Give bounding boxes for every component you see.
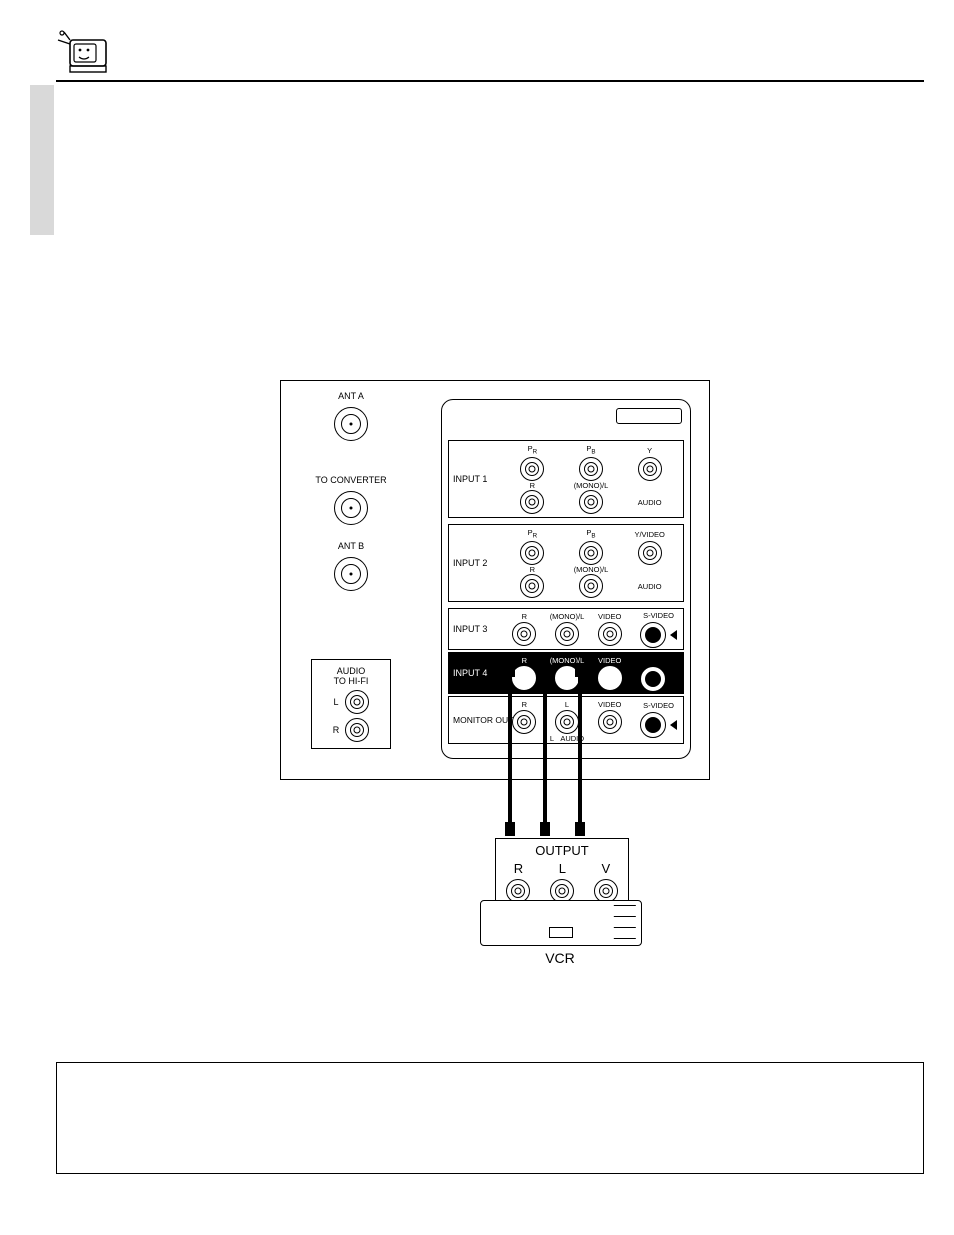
antenna-column: ANT A TO CONVERTER ANT B (311, 391, 391, 607)
input1-jacks: PR PB Y R (MONO)/L AUDIO (503, 445, 679, 513)
rca-jack-icon (598, 666, 622, 690)
monitor-out-jacks: R L VIDEO L AUDIO (503, 701, 631, 739)
rca-jack-icon (555, 622, 579, 646)
coax-jack-icon (334, 557, 368, 591)
rca-jack-icon (579, 541, 603, 565)
plug-icon (575, 822, 585, 836)
rca-jack-icon (520, 541, 544, 565)
input4-svideo: S-VIDEO (640, 655, 677, 692)
input-panel: INPUT 1 PR PB Y R (MONO)/L AUDIO INPU (441, 399, 691, 759)
hifi-tohifi-label: TO HI-FI (316, 676, 386, 686)
input4-row: INPUT 4 R (MONO)/L VIDEO S-VIDEO (448, 652, 684, 694)
input3-row: INPUT 3 R (MONO)/L VIDEO S-VIDEO (448, 608, 684, 650)
rca-jack-icon (345, 718, 369, 742)
hifi-audio-label: AUDIO (316, 666, 386, 676)
input1-row: INPUT 1 PR PB Y R (MONO)/L AUDIO (448, 440, 684, 518)
rca-jack-icon (512, 666, 536, 690)
hifi-r-label: R (333, 725, 340, 735)
to-converter-label: TO CONVERTER (311, 475, 391, 485)
input2-label: INPUT 2 (453, 558, 487, 568)
input3-jacks: R (MONO)/L VIDEO (503, 613, 631, 645)
rca-jack-icon (512, 710, 536, 734)
coax-jack-icon (334, 491, 368, 525)
arrow-left-icon (670, 720, 677, 730)
vcr-l-label: L (559, 861, 566, 876)
coax-jack-icon (334, 407, 368, 441)
input2-jacks: PR PB Y/VIDEO R (MONO)/L AUDIO (503, 529, 679, 597)
side-tab (30, 85, 54, 235)
svideo-jack-icon (640, 666, 666, 692)
vcr-icon (480, 900, 642, 946)
plug-icon (575, 663, 585, 677)
rca-jack-icon (520, 457, 544, 481)
vcr-caption: VCR (480, 950, 640, 966)
hifi-l-label: L (333, 697, 338, 707)
input3-label: INPUT 3 (453, 624, 487, 634)
mascot-icon (56, 30, 110, 81)
rca-jack-icon (512, 622, 536, 646)
rca-jack-icon (579, 490, 603, 514)
rca-jack-icon (579, 574, 603, 598)
plug-icon (505, 822, 515, 836)
vcr-v-label: V (602, 861, 611, 876)
ant-a-label: ANT A (311, 391, 391, 401)
rca-jack-icon (520, 490, 544, 514)
header-rule (56, 80, 924, 82)
input2-row: INPUT 2 PR PB Y/VIDEO R (MONO)/L AUDIO (448, 524, 684, 602)
monitor-out-svideo: S-VIDEO (640, 701, 677, 738)
arrow-left-icon (670, 630, 677, 640)
rca-jack-icon (579, 457, 603, 481)
rca-jack-icon (555, 710, 579, 734)
vcr-output-label: OUTPUT (496, 843, 628, 858)
input4-label: INPUT 4 (453, 668, 487, 678)
vcr-r-label: R (514, 861, 523, 876)
input4-jacks: R (MONO)/L VIDEO (503, 657, 631, 689)
vent-grille-icon (616, 408, 682, 424)
vcr-slot-icon (549, 927, 573, 938)
ant-b-label: ANT B (311, 541, 391, 551)
page: ANT A TO CONVERTER ANT B AUDIO TO HI-FI … (0, 0, 954, 1235)
svideo-jack-icon (640, 712, 666, 738)
plug-icon (540, 822, 550, 836)
rca-jack-icon (598, 710, 622, 734)
rca-jack-icon (638, 457, 662, 481)
rear-panel-diagram: ANT A TO CONVERTER ANT B AUDIO TO HI-FI … (280, 380, 710, 780)
audio-to-hifi-box: AUDIO TO HI-FI L R (311, 659, 391, 749)
vcr-vent-icon (613, 905, 635, 939)
plug-icon (540, 663, 550, 677)
svideo-jack-icon (640, 622, 666, 648)
input3-svideo: S-VIDEO (640, 611, 677, 648)
rca-jack-icon (598, 622, 622, 646)
note-box (56, 1062, 924, 1174)
plug-icon (505, 663, 515, 677)
input1-label: INPUT 1 (453, 474, 487, 484)
rca-jack-icon (345, 690, 369, 714)
monitor-out-row: MONITOR OUT R L VIDEO L AUDIO S-VIDEO (448, 696, 684, 744)
arrow-left-icon (670, 674, 677, 684)
rca-jack-icon (638, 541, 662, 565)
rca-jack-icon (520, 574, 544, 598)
